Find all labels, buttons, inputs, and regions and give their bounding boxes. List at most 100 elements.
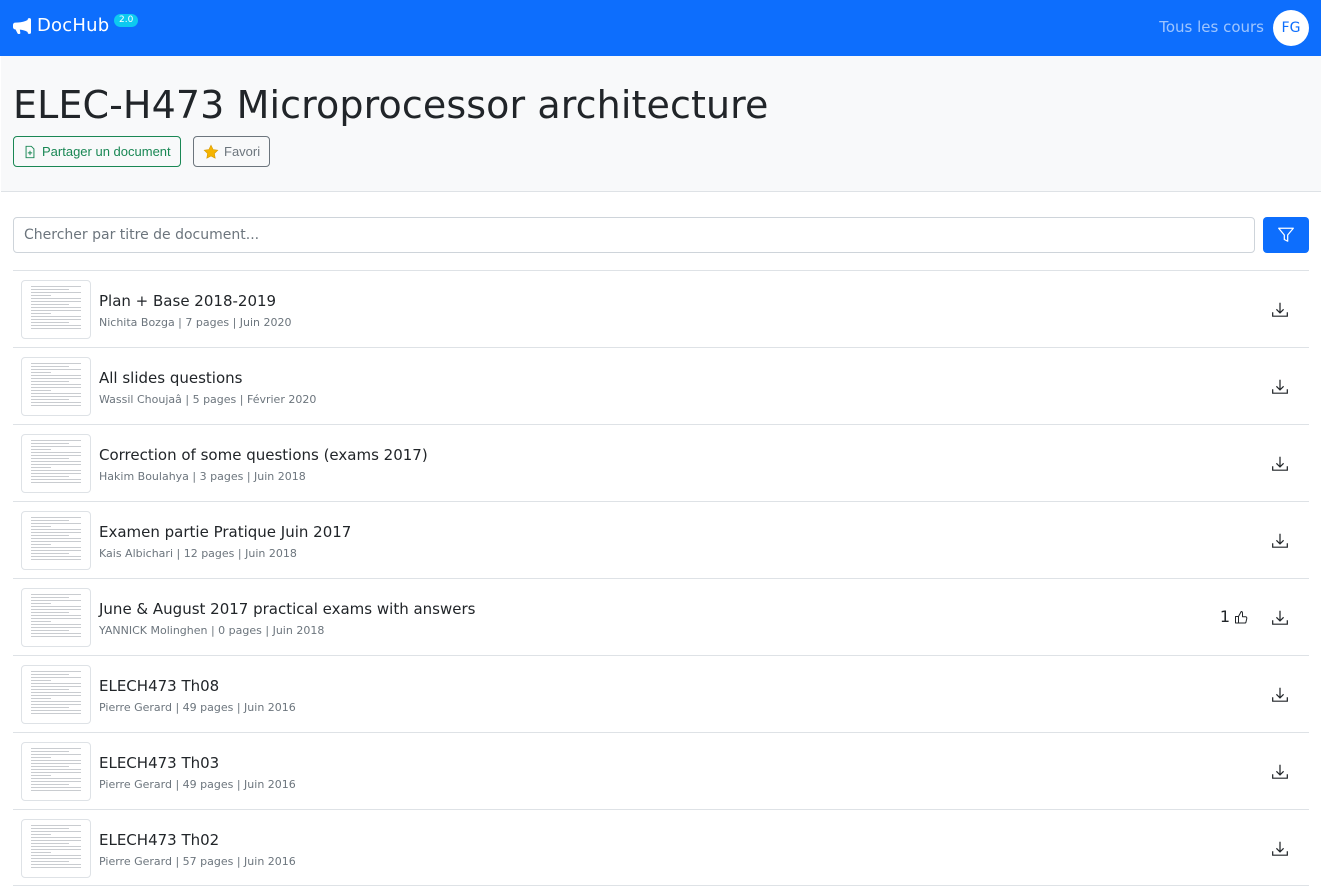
thumbnail-line <box>31 618 81 619</box>
document-thumbnail[interactable] <box>21 819 91 878</box>
thumbnail-line <box>31 476 69 477</box>
thumbnail-line <box>31 535 69 536</box>
thumbnail-line <box>31 636 81 637</box>
thumbnail-line <box>31 710 81 711</box>
document-row[interactable]: ELECH473 Th08 Pierre Gerard | 49 pages |… <box>13 655 1309 732</box>
search-input[interactable] <box>13 217 1255 253</box>
thumbnail-line <box>31 849 81 850</box>
document-meta: Wassil Choujaâ | 5 pages | Février 2020 <box>99 393 317 406</box>
thumbnail-line <box>31 286 81 287</box>
thumbnail-line <box>31 458 69 459</box>
document-thumbnail[interactable] <box>21 511 91 570</box>
likes-counter[interactable]: 1 <box>1220 607 1249 626</box>
thumbnail-line <box>31 867 81 868</box>
thumbnail-line <box>31 760 81 761</box>
thumbnail-line <box>31 594 81 595</box>
thumbnail-line <box>31 526 51 527</box>
document-title[interactable]: Plan + Base 2018-2019 <box>99 292 276 310</box>
download-icon[interactable] <box>1271 763 1289 781</box>
document-title[interactable]: All slides questions <box>99 369 242 387</box>
thumbnail-line <box>31 612 69 613</box>
thumbnail-line <box>31 861 69 862</box>
share-document-button[interactable]: Partager un document <box>13 136 181 167</box>
thumbnail-line <box>31 775 51 776</box>
document-thumbnail[interactable] <box>21 434 91 493</box>
download-icon[interactable] <box>1271 686 1289 704</box>
document-meta: Nichita Bozga | 7 pages | Juin 2020 <box>99 316 292 329</box>
document-title[interactable]: Correction of some questions (exams 2017… <box>99 446 428 464</box>
document-title[interactable]: ELECH473 Th08 <box>99 677 219 695</box>
courses-link[interactable]: Tous les cours <box>1159 18 1264 36</box>
document-meta: Pierre Gerard | 57 pages | Juin 2016 <box>99 855 296 868</box>
thumbnail-line <box>31 698 51 699</box>
document-row[interactable]: ELECH473 Th02 Pierre Gerard | 57 pages |… <box>13 809 1309 886</box>
thumbnail-line <box>31 541 81 542</box>
thumbnail-line <box>31 310 81 311</box>
thumbnail-line <box>31 837 81 838</box>
thumbnail-line <box>31 366 69 367</box>
thumbnail-line <box>31 372 51 373</box>
file-plus-icon <box>25 145 35 158</box>
brand-link[interactable]: DocHub 2.0 <box>13 14 139 36</box>
thumbnail-line <box>31 624 81 625</box>
thumbnail-line <box>31 550 81 551</box>
thumbnail-line <box>31 301 81 302</box>
download-icon[interactable] <box>1271 378 1289 396</box>
download-icon[interactable] <box>1271 532 1289 550</box>
document-row[interactable]: Plan + Base 2018-2019 Nichita Bozga | 7 … <box>13 270 1309 347</box>
download-icon[interactable] <box>1271 840 1289 858</box>
version-badge: 2.0 <box>114 14 139 27</box>
funnel-icon <box>1278 227 1294 242</box>
document-row[interactable]: All slides questions Wassil Choujaâ | 5 … <box>13 347 1309 424</box>
thumbnail-line <box>31 328 81 329</box>
favorite-button[interactable]: Favori <box>193 136 271 167</box>
document-meta: Kais Albichari | 12 pages | Juin 2018 <box>99 547 297 560</box>
navbar: DocHub 2.0 Tous les cours FG <box>0 0 1321 56</box>
document-row[interactable]: ELECH473 Th03 Pierre Gerard | 49 pages |… <box>13 732 1309 809</box>
thumbnail-line <box>31 784 69 785</box>
thumbnail-line <box>31 529 81 530</box>
thumbnail-line <box>31 597 69 598</box>
filter-button[interactable] <box>1263 217 1309 253</box>
document-title[interactable]: ELECH473 Th02 <box>99 831 219 849</box>
download-icon[interactable] <box>1271 455 1289 473</box>
thumbnail-line <box>31 781 81 782</box>
thumbnail-line <box>31 390 51 391</box>
document-thumbnail[interactable] <box>21 665 91 724</box>
share-document-label: Partager un document <box>42 144 171 159</box>
document-thumbnail[interactable] <box>21 588 91 647</box>
thumbnail-line <box>31 769 81 770</box>
thumbnail-line <box>31 633 81 634</box>
document-title[interactable]: ELECH473 Th03 <box>99 754 219 772</box>
thumbnail-line <box>31 695 81 696</box>
document-title[interactable]: June & August 2017 practical exams with … <box>99 600 475 618</box>
document-row[interactable]: Correction of some questions (exams 2017… <box>13 424 1309 501</box>
thumbnail-line <box>31 864 81 865</box>
thumbnail-line <box>31 713 81 714</box>
document-row[interactable]: June & August 2017 practical exams with … <box>13 578 1309 655</box>
thumbnail-line <box>31 671 81 672</box>
download-icon[interactable] <box>1271 609 1289 627</box>
thumbnail-line <box>31 455 81 456</box>
document-thumbnail[interactable] <box>21 742 91 801</box>
thumbnail-line <box>31 609 81 610</box>
thumbnail-line <box>31 600 81 601</box>
document-thumbnail[interactable] <box>21 280 91 339</box>
download-icon[interactable] <box>1271 301 1289 319</box>
thumbnail-line <box>31 443 69 444</box>
thumbnail-line <box>31 523 81 524</box>
thumbnail-line <box>31 393 81 394</box>
star-icon <box>203 144 219 159</box>
thumbnail-line <box>31 689 69 690</box>
document-title[interactable]: Examen partie Pratique Juin 2017 <box>99 523 351 541</box>
document-thumbnail[interactable] <box>21 357 91 416</box>
thumbnail-line <box>31 313 51 314</box>
document-row[interactable]: Examen partie Pratique Juin 2017 Kais Al… <box>13 501 1309 578</box>
user-avatar[interactable]: FG <box>1273 10 1309 46</box>
thumbnail-line <box>31 440 81 441</box>
thumbnail-line <box>31 704 81 705</box>
thumbnail-line <box>31 677 81 678</box>
thumbnail-line <box>31 834 51 835</box>
favorite-label: Favori <box>224 144 261 159</box>
document-meta: Pierre Gerard | 49 pages | Juin 2016 <box>99 701 296 714</box>
